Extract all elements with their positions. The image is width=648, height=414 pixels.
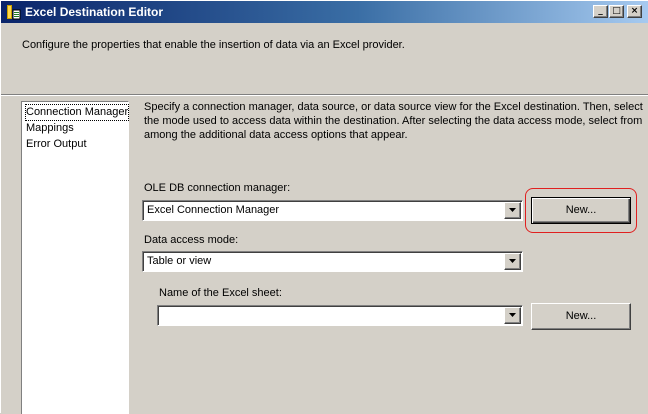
chevron-down-icon	[509, 208, 516, 212]
title-bar[interactable]: Excel Destination Editor _ □ ×	[1, 1, 648, 23]
excel-destination-editor-window: Excel Destination Editor _ □ × Configure…	[0, 0, 648, 414]
chevron-down-icon	[509, 259, 516, 263]
access-mode-value: Table or view	[147, 255, 212, 267]
header-description: Configure the properties that enable the…	[22, 39, 405, 51]
nav-item-mappings[interactable]: Mappings	[26, 121, 74, 136]
window-title: Excel Destination Editor	[25, 5, 164, 19]
access-mode-combo[interactable]: Table or view	[142, 251, 523, 272]
chevron-down-icon	[509, 313, 516, 317]
sheet-name-combo[interactable]	[157, 305, 523, 326]
connection-manager-dropdown-button[interactable]	[504, 202, 521, 219]
connection-manager-value: Excel Connection Manager	[147, 204, 280, 216]
minimize-button[interactable]: _	[593, 5, 608, 18]
new-sheet-button[interactable]: New...	[531, 303, 631, 330]
nav-item-error-output[interactable]: Error Output	[26, 137, 87, 152]
header-panel: Configure the properties that enable the…	[1, 23, 648, 95]
connection-manager-combo[interactable]: Excel Connection Manager	[142, 200, 523, 221]
maximize-button[interactable]: □	[609, 5, 624, 18]
sheet-name-dropdown-button[interactable]	[504, 307, 521, 324]
page-description: Specify a connection manager, data sourc…	[144, 101, 643, 141]
close-button[interactable]: ×	[627, 5, 642, 18]
header-divider-highlight	[1, 95, 648, 96]
access-mode-label: Data access mode:	[144, 234, 239, 246]
page-list: Connection Manager Mappings Error Output	[21, 101, 130, 414]
sheet-name-label: Name of the Excel sheet:	[159, 287, 282, 299]
access-mode-dropdown-button[interactable]	[504, 253, 521, 270]
app-icon	[5, 4, 21, 20]
connection-manager-label: OLE DB connection manager:	[144, 182, 291, 194]
new-connection-button[interactable]: New...	[531, 197, 631, 224]
nav-item-connection-manager[interactable]: Connection Manager	[24, 104, 130, 121]
